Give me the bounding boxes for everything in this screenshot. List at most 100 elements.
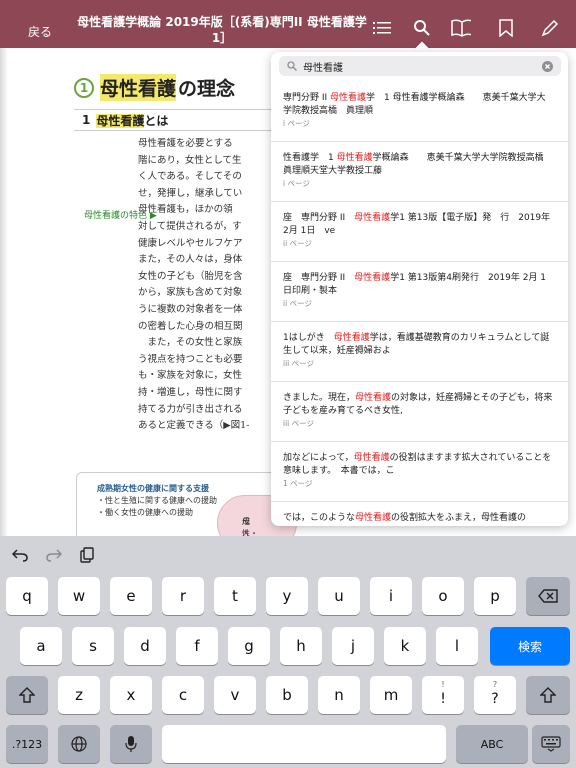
book-icon[interactable]: [451, 18, 471, 38]
keyboard-toolbar: [0, 536, 576, 570]
key-e[interactable]: e: [110, 577, 152, 615]
body-line: く人である。そしてその: [138, 171, 242, 183]
shift-icon: [19, 687, 35, 703]
key-y[interactable]: y: [266, 577, 308, 615]
search-result[interactable]: きました。現在，母性看護の対象は，妊産褥婦とその子ども，将来子どもを産み育てるべ…: [271, 382, 568, 442]
key-p[interactable]: p: [474, 577, 516, 615]
key-question-main: ?: [491, 691, 499, 707]
key-z[interactable]: z: [58, 676, 100, 714]
result-page: i ページ: [283, 119, 310, 128]
hide-keyboard-key[interactable]: [532, 725, 570, 763]
search-result[interactable]: では，このような母性看護の役割拡大をふまえ，母性看護の: [271, 502, 568, 526]
key-exclamation[interactable]: ! !: [422, 676, 464, 714]
key-g[interactable]: g: [228, 627, 270, 665]
key-o[interactable]: o: [422, 577, 464, 615]
key-i[interactable]: i: [370, 577, 412, 615]
body-line: あると定義できる（▶図1-: [138, 420, 250, 432]
search-result[interactable]: 1はしがき 母性看護学は，看護基礎教育のカリキュラムとして誕生して以来，妊産褥婦…: [271, 322, 568, 382]
key-r[interactable]: r: [162, 577, 204, 615]
body-line: う視点を持つことも必要: [138, 353, 243, 365]
search-field[interactable]: [279, 56, 561, 76]
key-d[interactable]: d: [124, 627, 166, 665]
globe-icon: [71, 736, 87, 752]
search-result[interactable]: 加などによって，母性看護の役割はますます拡大されていることを意味します。 本書で…: [271, 442, 568, 502]
key-c[interactable]: c: [162, 676, 204, 714]
section-title: 1 母性看護 の理念: [74, 74, 235, 101]
key-exclamation-main: !: [440, 691, 446, 707]
key-l[interactable]: l: [436, 627, 478, 665]
key-a[interactable]: a: [20, 627, 62, 665]
key-s[interactable]: s: [72, 627, 114, 665]
body-line: また，その女性と家族: [138, 337, 243, 349]
key-question[interactable]: ? ?: [474, 676, 516, 714]
search-key[interactable]: 検索: [490, 627, 570, 665]
search-results-list: 専門分野 II 母性看護学 1 母性看護学概論森 恵美千葉大学大学院教授高橋 眞…: [271, 82, 568, 526]
key-n[interactable]: n: [318, 676, 360, 714]
search-popover: 専門分野 II 母性看護学 1 母性看護学概論森 恵美千葉大学大学院教授高橋 眞…: [271, 52, 568, 526]
result-text: 加などによって，母性看護の役割はますます拡大されていることを意味します。 本書で…: [283, 453, 552, 476]
key-j[interactable]: j: [332, 627, 374, 665]
subsection-number: 1: [82, 113, 91, 127]
search-result[interactable]: 座 専門分野 II 母性看護学1 第13版【電子版】発 行 2019年 2月 1…: [271, 202, 568, 262]
key-exclamation-sub: !: [441, 680, 445, 689]
key-q[interactable]: q: [6, 577, 48, 615]
search-result[interactable]: 座 専門分野 II 母性看護学1 第13版第4刷発行 2019年 2月 1日印刷…: [271, 262, 568, 322]
list-icon[interactable]: [372, 18, 392, 38]
section-number: 1: [74, 77, 94, 98]
subsection-title-rest: とは: [144, 113, 169, 128]
body-line: 持・増進し，母性に関す: [138, 386, 243, 398]
result-page: i ページ: [283, 179, 310, 188]
delete-key[interactable]: [526, 577, 570, 615]
key-h[interactable]: h: [280, 627, 322, 665]
body-line: の密着した心身の相互関: [138, 320, 243, 332]
key-b[interactable]: b: [266, 676, 308, 714]
figure-heading: 成熟期女性の健康に関する支援: [97, 484, 209, 493]
search-result[interactable]: 専門分野 II 母性看護学 1 母性看護学概論森 恵美千葉大学大学院教授高橋 眞…: [271, 82, 568, 142]
result-page: iii ページ: [283, 419, 314, 428]
paste-icon[interactable]: [80, 547, 94, 563]
key-u[interactable]: u: [318, 577, 360, 615]
key-m[interactable]: m: [370, 676, 412, 714]
body-line: うに複数の対象者を一体: [138, 303, 243, 315]
space-key[interactable]: [162, 725, 446, 763]
key-x[interactable]: x: [110, 676, 152, 714]
search-input[interactable]: [303, 60, 533, 72]
key-t[interactable]: t: [214, 577, 256, 615]
top-navigation-bar: 戻る 母性看護学概論 2019年版［(系看)専門II 母性看護学1］: [0, 0, 576, 48]
figure-box: 成熟期女性の健康に関する支援 ・性と生殖に関する健康への援助 ・働く女性の健康へ…: [76, 472, 297, 536]
key-v[interactable]: v: [214, 676, 256, 714]
search-icon[interactable]: [412, 18, 432, 38]
body-line: せ，発揮し，継承してい: [138, 187, 243, 199]
body-line: も・家族を対象に，女性: [138, 370, 243, 382]
result-text: 専門分野 II 母性看護学 1 母性看護学概論森 恵美千葉大学大学院教授高橋 眞…: [283, 93, 546, 116]
delete-icon: [538, 589, 558, 603]
globe-key[interactable]: [58, 725, 100, 763]
result-page: ii ページ: [283, 239, 312, 248]
redo-icon[interactable]: [46, 548, 62, 562]
keyboard-hide-icon: [541, 736, 561, 752]
result-text: きました。現在，母性看護の対象は，妊産褥婦とその子ども，将来子どもを産み育てるべ…: [283, 393, 553, 416]
abc-key[interactable]: ABC: [456, 725, 528, 763]
dictation-key[interactable]: [110, 725, 152, 763]
undo-icon[interactable]: [12, 548, 28, 562]
bookmark-icon[interactable]: [496, 18, 516, 38]
section-title-highlight: 母性看護: [100, 74, 177, 101]
pencil-icon[interactable]: [540, 18, 560, 38]
key-k[interactable]: k: [384, 627, 426, 665]
page-edge: [0, 48, 8, 536]
key-w[interactable]: w: [58, 577, 100, 615]
body-line: 母性看護も，ほかの領: [138, 204, 233, 216]
key-f[interactable]: f: [176, 627, 218, 665]
body-text: 母性看護を必要とする 階にあり，女性として生 く人である。そしてその せ，発揮し…: [138, 136, 278, 435]
back-button[interactable]: 戻る: [28, 23, 52, 40]
body-line: 階にあり，女性として生: [138, 154, 242, 166]
body-line: 女性の子ども（胎児を含: [138, 270, 243, 282]
search-result[interactable]: 性看護学 1 母性看護学概論森 恵美千葉大学大学院教授高橋 眞理順天堂大学教授工…: [271, 142, 568, 202]
shift-key-right[interactable]: [526, 676, 570, 714]
book-title: 母性看護学概論 2019年版［(系看)専門II 母性看護学1］: [77, 15, 367, 45]
shift-key[interactable]: [6, 676, 48, 714]
search-field-icon: [287, 61, 297, 71]
numbers-key[interactable]: .?123: [6, 725, 48, 763]
result-text: 座 専門分野 II 母性看護学1 第13版【電子版】発 行 2019年 2月 1…: [283, 213, 551, 236]
clear-search-icon[interactable]: [542, 61, 553, 72]
